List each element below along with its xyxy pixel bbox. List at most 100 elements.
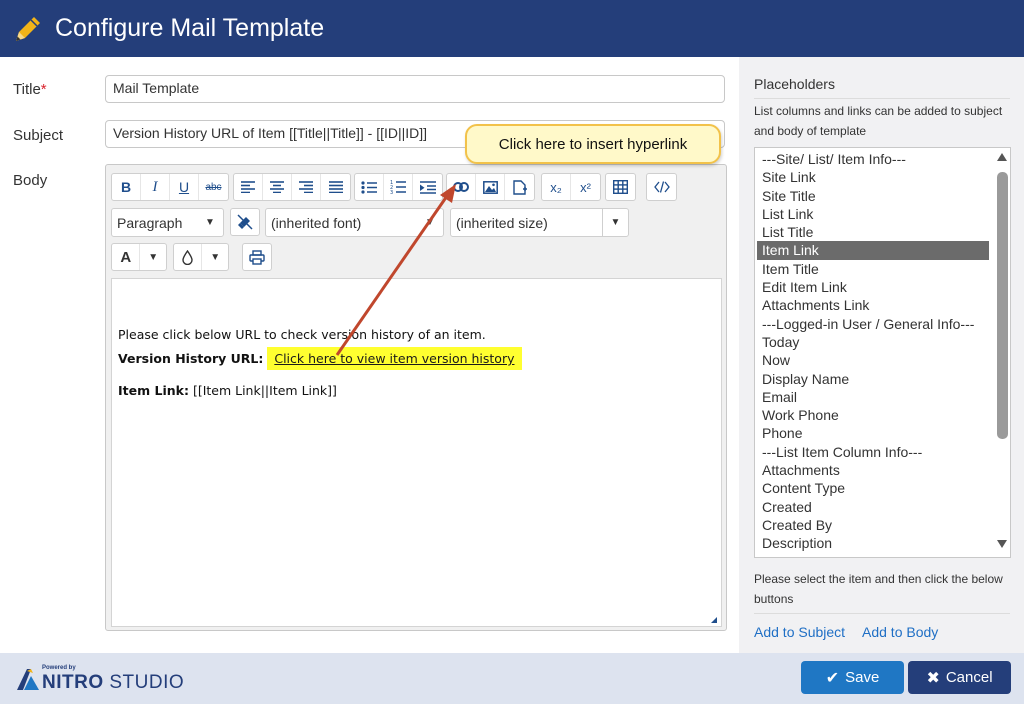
- font-color-button[interactable]: A: [112, 244, 141, 270]
- font-family-value: (inherited font): [271, 214, 362, 231]
- placeholder-list-item[interactable]: List Link: [757, 205, 989, 223]
- placeholder-list-item[interactable]: Site Link: [757, 168, 989, 186]
- alignment-group: [233, 173, 351, 201]
- add-to-body-link[interactable]: Add to Body: [862, 624, 938, 640]
- title-input[interactable]: Mail Template: [105, 75, 725, 103]
- placeholder-list-item[interactable]: Site Title: [757, 187, 989, 205]
- brand-name: NITRO STUDIO: [42, 672, 185, 693]
- clear-format-group: [230, 208, 260, 236]
- html-group: [646, 173, 677, 201]
- save-label: Save: [845, 669, 880, 686]
- body-label: Body: [13, 172, 48, 189]
- underline-button[interactable]: U: [170, 174, 199, 200]
- nitro-studio-logo: Powered by NITRO STUDIO: [15, 664, 184, 694]
- required-mark: *: [40, 81, 47, 98]
- powered-by-text: Powered by: [42, 665, 76, 671]
- placeholder-listbox[interactable]: ---Site/ List/ Item Info--- Site Link Site…: [754, 147, 1011, 558]
- cancel-label: Cancel: [945, 669, 993, 686]
- placeholder-list-item[interactable]: Edit Item Link: [757, 278, 989, 296]
- insert-file-icon[interactable]: [505, 174, 534, 200]
- placeholders-description: List columns and links can be added to s…: [754, 104, 1003, 138]
- print-icon[interactable]: [243, 244, 271, 270]
- placeholder-list-item[interactable]: ---List Item Column Info---: [757, 443, 989, 461]
- placeholder-list-item[interactable]: Attachments Link: [757, 296, 989, 314]
- placeholder-list-item[interactable]: ---Logged-in User / General Info---: [757, 315, 989, 333]
- svg-text:3: 3: [390, 190, 393, 194]
- format-block-select[interactable]: Paragraph ▼: [111, 208, 224, 237]
- placeholders-instruction: Please select the item and then click th…: [754, 572, 1003, 606]
- nitro-logo-icon: [17, 669, 39, 690]
- hyperlink-icon[interactable]: [447, 174, 476, 200]
- font-size-value: (inherited size): [456, 214, 548, 231]
- bullet-list-icon[interactable]: [355, 174, 384, 200]
- placeholder-list-item[interactable]: ID: [757, 553, 989, 557]
- chevron-down-icon[interactable]: ▼: [202, 244, 228, 270]
- content-line-1: Please click below URL to check version …: [118, 327, 486, 342]
- placeholder-list-item[interactable]: Attachments: [757, 461, 989, 479]
- script-group: x₂ x²: [541, 173, 601, 201]
- clear-formatting-icon[interactable]: [231, 209, 259, 235]
- insert-group: [446, 173, 535, 201]
- format-block-value: Paragraph: [117, 214, 183, 231]
- version-history-label: Version History URL:: [118, 351, 264, 366]
- scroll-down-icon[interactable]: [997, 540, 1007, 548]
- placeholder-list-item[interactable]: Content Type: [757, 479, 989, 497]
- divider: [754, 613, 1010, 614]
- placeholder-list-item[interactable]: Phone: [757, 424, 989, 442]
- resize-handle-icon[interactable]: [711, 617, 717, 623]
- html-source-icon[interactable]: [647, 174, 676, 200]
- strikethrough-button[interactable]: abc: [199, 174, 228, 200]
- placeholders-title: Placeholders: [754, 76, 835, 92]
- scrollbar-thumb[interactable]: [997, 172, 1008, 439]
- divider: [754, 98, 1010, 99]
- cancel-button[interactable]: ✖ Cancel: [908, 661, 1011, 694]
- chevron-down-icon: ▼: [205, 217, 215, 228]
- body-editor: B I U abc 123 x₂ x² Paragraph ▼ (inherit…: [105, 164, 727, 631]
- placeholder-list-item[interactable]: Display Name: [757, 370, 989, 388]
- placeholder-list-item[interactable]: Item Title: [757, 260, 989, 278]
- align-right-icon[interactable]: [292, 174, 321, 200]
- indent-icon[interactable]: [413, 174, 442, 200]
- align-center-icon[interactable]: [263, 174, 292, 200]
- close-icon: ✖: [926, 669, 940, 687]
- content-line-version: Version History URL: Click here to view …: [118, 347, 522, 370]
- table-group: [605, 173, 636, 201]
- save-button[interactable]: ✔ Save: [801, 661, 904, 694]
- placeholder-list-item[interactable]: List Title: [757, 223, 989, 241]
- numbered-list-icon[interactable]: 123: [384, 174, 413, 200]
- item-link-value: [[Item Link||Item Link]]: [192, 383, 337, 398]
- version-history-link[interactable]: Click here to view item version history: [267, 347, 522, 370]
- placeholder-list-item[interactable]: Item Link: [757, 241, 989, 260]
- placeholders-panel: Placeholders List columns and links can …: [739, 57, 1024, 653]
- image-icon[interactable]: [476, 174, 505, 200]
- content-line-item: Item Link: [[Item Link||Item Link]]: [118, 383, 337, 398]
- bold-button[interactable]: B: [112, 174, 141, 200]
- placeholder-list-item[interactable]: ---Site/ List/ Item Info---: [757, 150, 989, 168]
- placeholder-list-item[interactable]: Email: [757, 388, 989, 406]
- align-justify-icon[interactable]: [321, 174, 350, 200]
- scroll-up-icon[interactable]: [997, 153, 1007, 161]
- add-to-subject-link[interactable]: Add to Subject: [754, 624, 845, 640]
- item-link-label: Item Link:: [118, 383, 189, 398]
- superscript-button[interactable]: x²: [571, 174, 600, 200]
- chevron-down-icon[interactable]: ▼: [140, 244, 166, 270]
- placeholder-list-item[interactable]: Created: [757, 498, 989, 516]
- placeholder-list-item[interactable]: Description: [757, 534, 989, 552]
- subscript-button[interactable]: x₂: [542, 174, 571, 200]
- placeholder-list-item[interactable]: Now: [757, 351, 989, 369]
- title-label: Title*: [13, 81, 47, 98]
- placeholder-list-item[interactable]: Work Phone: [757, 406, 989, 424]
- editor-content[interactable]: Please click below URL to check version …: [111, 278, 722, 627]
- placeholder-list-item[interactable]: Created By: [757, 516, 989, 534]
- back-color-group: ▼: [173, 243, 229, 271]
- placeholder-list-item[interactable]: Today: [757, 333, 989, 351]
- check-icon: ✔: [825, 669, 840, 687]
- italic-button[interactable]: I: [141, 174, 170, 200]
- font-size-select[interactable]: (inherited size) ▼: [450, 208, 629, 237]
- align-left-icon[interactable]: [234, 174, 263, 200]
- font-family-select[interactable]: (inherited font) ▼: [265, 208, 444, 237]
- pencil-icon: [16, 16, 40, 41]
- chevron-down-icon: ▼: [425, 217, 435, 228]
- table-icon[interactable]: [606, 174, 635, 200]
- droplet-icon[interactable]: [174, 244, 203, 270]
